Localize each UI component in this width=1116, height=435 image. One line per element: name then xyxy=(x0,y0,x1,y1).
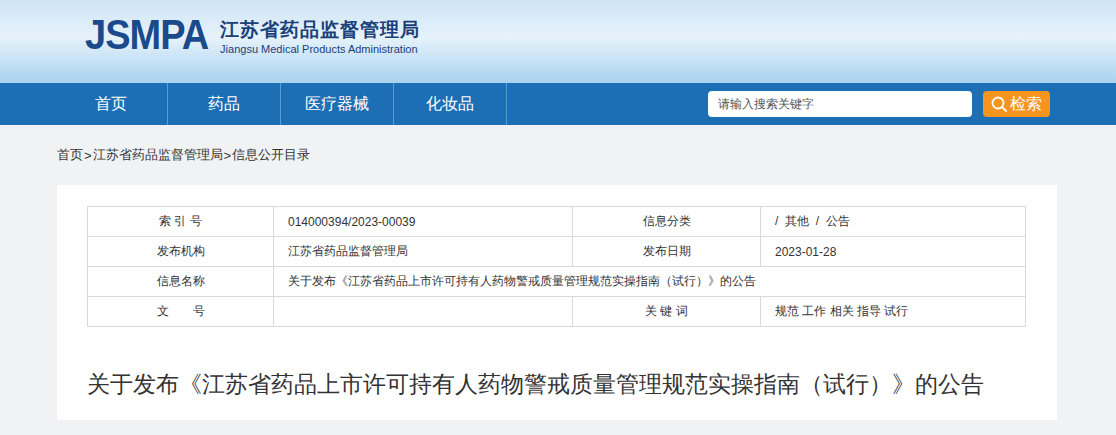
brand[interactable]: JSMPA 江苏省药品监督管理局 Jiangsu Medical Product… xyxy=(85,14,420,57)
table-label: 发布日期 xyxy=(573,237,761,267)
nav-item[interactable]: 首页 xyxy=(55,83,168,125)
breadcrumb-separator: > xyxy=(84,148,92,163)
search-input[interactable] xyxy=(708,91,972,117)
breadcrumb-item[interactable]: 首页 xyxy=(57,146,83,164)
table-value: 规范 工作 相关 指导 试行 xyxy=(761,297,1026,327)
nav-bar: 首页药品医疗器械化妆品 检索 xyxy=(0,83,1116,125)
nav-items: 首页药品医疗器械化妆品 xyxy=(55,83,507,125)
search-icon xyxy=(991,96,1007,112)
breadcrumb-item[interactable]: 信息公开目录 xyxy=(232,146,310,164)
table-label: 信息名称 xyxy=(88,267,274,297)
table-label: 文 号 xyxy=(88,297,274,327)
article-title: 关于发布《江苏省药品上市许可持有人药物警戒质量管理规范实操指南（试行）》的公告 xyxy=(87,369,1026,400)
table-value: 014000394/2023-00039 xyxy=(274,207,573,237)
site-header: JSMPA 江苏省药品监督管理局 Jiangsu Medical Product… xyxy=(0,0,1116,83)
nav-item[interactable]: 化妆品 xyxy=(394,83,507,125)
site-names: 江苏省药品监督管理局 Jiangsu Medical Products Admi… xyxy=(220,17,420,55)
breadcrumb-item[interactable]: 江苏省药品监督管理局 xyxy=(93,146,223,164)
site-name-en: Jiangsu Medical Products Administration xyxy=(220,43,420,55)
nav-item[interactable]: 药品 xyxy=(168,83,281,125)
table-value: 2023-01-28 xyxy=(761,237,1026,267)
breadcrumb: 首页> 江苏省药品监督管理局> 信息公开目录 xyxy=(57,125,1057,185)
site-name: 江苏省药品监督管理局 xyxy=(220,17,420,43)
table-value xyxy=(274,297,573,327)
table-label: 信息分类 xyxy=(573,207,761,237)
content-panel: 索 引 号014000394/2023-00039信息分类/ 其他 / 公告发布… xyxy=(57,185,1057,420)
table-value: 关于发布《江苏省药品上市许可持有人药物警戒质量管理规范实操指南（试行）》的公告 xyxy=(274,267,1026,297)
table-label: 发布机构 xyxy=(88,237,274,267)
logo-text: JSMPA xyxy=(85,12,208,59)
search-button[interactable]: 检索 xyxy=(983,91,1050,117)
table-value: / 其他 / 公告 xyxy=(761,207,1026,237)
table-label: 关 键 词 xyxy=(573,297,761,327)
nav-item[interactable]: 医疗器械 xyxy=(281,83,394,125)
main-area: 首页> 江苏省药品监督管理局> 信息公开目录 索 引 号014000394/20… xyxy=(0,125,1116,420)
table-value: 江苏省药品监督管理局 xyxy=(274,237,573,267)
search-bar: 检索 xyxy=(708,91,1050,117)
info-table: 索 引 号014000394/2023-00039信息分类/ 其他 / 公告发布… xyxy=(87,206,1026,327)
breadcrumb-separator: > xyxy=(224,148,232,163)
page: JSMPA 江苏省药品监督管理局 Jiangsu Medical Product… xyxy=(0,0,1116,435)
table-label: 索 引 号 xyxy=(88,207,274,237)
